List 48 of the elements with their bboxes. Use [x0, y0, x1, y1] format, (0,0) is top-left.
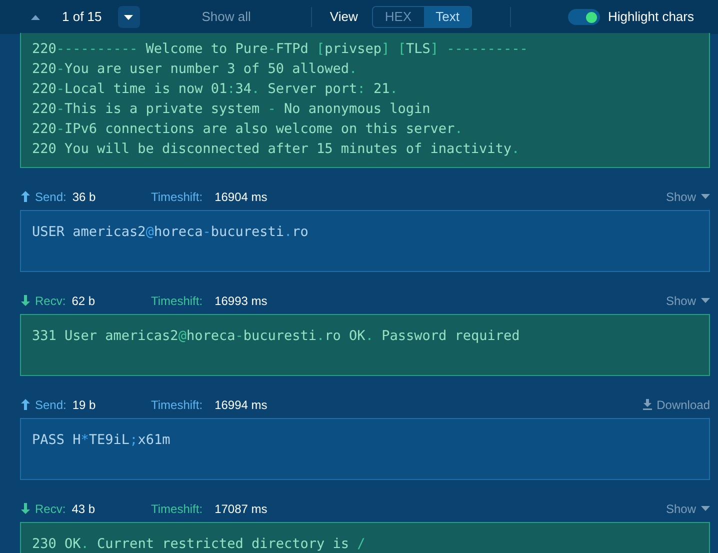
caret-icon [701, 506, 710, 511]
arrow-up-icon [21, 399, 30, 410]
direction-label: Recv: [35, 500, 66, 518]
show-all-button[interactable]: Show all [202, 7, 251, 27]
data-line: 220-This is a private system - No anonymous login [32, 100, 430, 119]
direction-label: Send: [35, 396, 66, 414]
view-tab[interactable]: Text [424, 7, 472, 27]
highlight-label: Highlight chars [608, 8, 694, 26]
download-button[interactable]: Download [642, 396, 710, 414]
data-line: 220-IPv6 connections are also welcome on this server. [32, 120, 463, 139]
show-button[interactable]: Show [666, 500, 710, 518]
caret-icon [701, 298, 710, 303]
caret-up-icon [30, 14, 40, 20]
data-line: PASS H*TE9iL;x61m [32, 431, 170, 450]
direction-label: Recv: [35, 292, 66, 310]
timeshift-label: Timeshift: [151, 396, 203, 414]
data-line: 220 You will be disconnected after 15 minutes of inactivity. [32, 140, 520, 159]
caret-down-icon [124, 14, 134, 20]
next-button[interactable] [118, 6, 140, 28]
timeshift-label: Timeshift: [151, 188, 203, 206]
timeshift-value: 17087 ms [214, 500, 268, 518]
size-value: 36 b [72, 188, 96, 206]
highlight-toggle[interactable] [568, 9, 600, 25]
size-value: 19 b [72, 396, 96, 414]
view-tab[interactable]: HEX [372, 7, 424, 27]
timeshift-value: 16993 ms [214, 292, 268, 310]
data-line: 230 OK. Current restricted directory is / [32, 535, 366, 553]
data-line: 331 User americas2@horeca-bucuresti.ro OK. Password required [32, 327, 520, 346]
caret-icon [701, 194, 710, 199]
show-button[interactable]: Show [666, 188, 710, 206]
timeshift-label: Timeshift: [151, 292, 203, 310]
size-value: 43 b [72, 500, 96, 518]
arrow-down-icon [21, 503, 30, 514]
data-line: USER americas2@horeca-bucuresti.ro [32, 223, 308, 242]
data-line: 220-Local time is now 01:34. Server port: 21. [32, 80, 398, 99]
view-label: View [330, 8, 358, 26]
download-icon [642, 399, 652, 410]
size-value: 62 b [72, 292, 96, 310]
data-line: 220---------- Welcome to Pure-FTPd [privsep] [TLS] ---------- [32, 40, 528, 59]
direction-label: Send: [35, 188, 66, 206]
data-line: 220-You are user number 3 of 50 allowed. [32, 60, 358, 79]
timeshift-value: 16904 ms [214, 188, 268, 206]
page-counter: 1 of 15 [62, 8, 102, 26]
timeshift-value: 16994 ms [214, 396, 268, 414]
show-button[interactable]: Show [666, 292, 710, 310]
arrow-down-icon [21, 295, 30, 306]
arrow-up-icon [21, 191, 30, 202]
timeshift-label: Timeshift: [151, 500, 203, 518]
